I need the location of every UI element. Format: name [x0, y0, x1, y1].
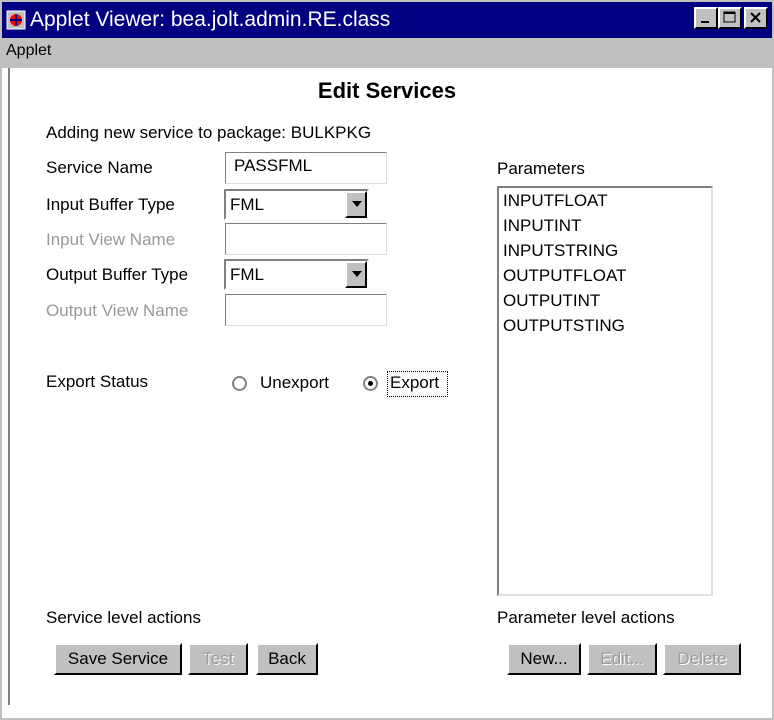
close-icon — [750, 12, 761, 23]
package-subtitle: Adding new service to package: BULKPKG — [46, 123, 372, 142]
export-radio-label[interactable]: Export — [390, 373, 439, 393]
export-radio[interactable] — [363, 376, 378, 391]
list-item[interactable]: OUTPUTINT — [499, 288, 711, 313]
maximize-icon — [723, 11, 736, 23]
menu-applet[interactable]: Applet — [6, 42, 51, 60]
window-bottom-edge — [2, 705, 772, 718]
list-item[interactable]: INPUTSTRING — [499, 238, 711, 263]
unexport-radio-label[interactable]: Unexport — [260, 373, 329, 393]
panel-edge — [8, 68, 10, 718]
list-item[interactable]: OUTPUTFLOAT — [499, 263, 711, 288]
input-buffer-type-value: FML — [230, 195, 264, 214]
output-buffer-type-value: FML — [230, 265, 264, 284]
minimize-icon — [701, 21, 709, 23]
save-service-button[interactable]: Save Service — [54, 643, 182, 675]
output-buffer-type-select[interactable]: FML — [224, 259, 369, 290]
window-title: Applet Viewer: bea.jolt.admin.RE.class — [30, 8, 391, 31]
applet-viewer-icon — [6, 10, 26, 30]
list-item[interactable]: INPUTFLOAT — [499, 188, 711, 213]
test-button[interactable]: Test — [188, 643, 248, 675]
input-view-name-field[interactable] — [225, 223, 387, 255]
parameter-actions-label: Parameter level actions — [497, 608, 675, 627]
output-view-name-field[interactable] — [225, 294, 387, 326]
minimize-button[interactable] — [694, 7, 718, 29]
page-title: Edit Services — [317, 78, 457, 103]
output-buffer-type-label: Output Buffer Type — [46, 265, 189, 284]
list-item[interactable]: INPUTINT — [499, 213, 711, 238]
input-view-name-label: Input View Name — [46, 230, 176, 249]
edit-parameter-button[interactable]: Edit... — [587, 643, 657, 675]
list-item[interactable]: OUTPUTSTING — [499, 313, 711, 338]
input-buffer-type-label: Input Buffer Type — [46, 195, 175, 214]
maximize-button[interactable] — [718, 7, 742, 29]
close-button[interactable] — [744, 7, 768, 29]
chevron-down-icon[interactable] — [345, 191, 367, 218]
export-status-label: Export Status — [46, 372, 149, 391]
new-parameter-button[interactable]: New... — [507, 643, 581, 675]
parameters-label: Parameters — [497, 159, 585, 178]
chevron-down-icon[interactable] — [345, 261, 367, 288]
parameters-list[interactable]: INPUTFLOAT INPUTINT INPUTSTRING OUTPUTFL… — [497, 186, 713, 596]
service-name-field[interactable]: PASSFML — [225, 152, 387, 184]
unexport-radio[interactable] — [232, 376, 247, 391]
output-view-name-label: Output View Name — [46, 301, 189, 320]
service-actions-label: Service level actions — [46, 608, 201, 627]
delete-parameter-button[interactable]: Delete — [663, 643, 741, 675]
back-button[interactable]: Back — [256, 643, 318, 675]
applet-viewer-window: Applet Viewer: bea.jolt.admin.RE.class A… — [0, 0, 774, 720]
input-buffer-type-select[interactable]: FML — [224, 189, 369, 220]
title-bar[interactable]: Applet Viewer: bea.jolt.admin.RE.class — [2, 2, 772, 38]
menu-bar: Applet — [2, 38, 772, 68]
service-name-label: Service Name — [46, 158, 153, 177]
